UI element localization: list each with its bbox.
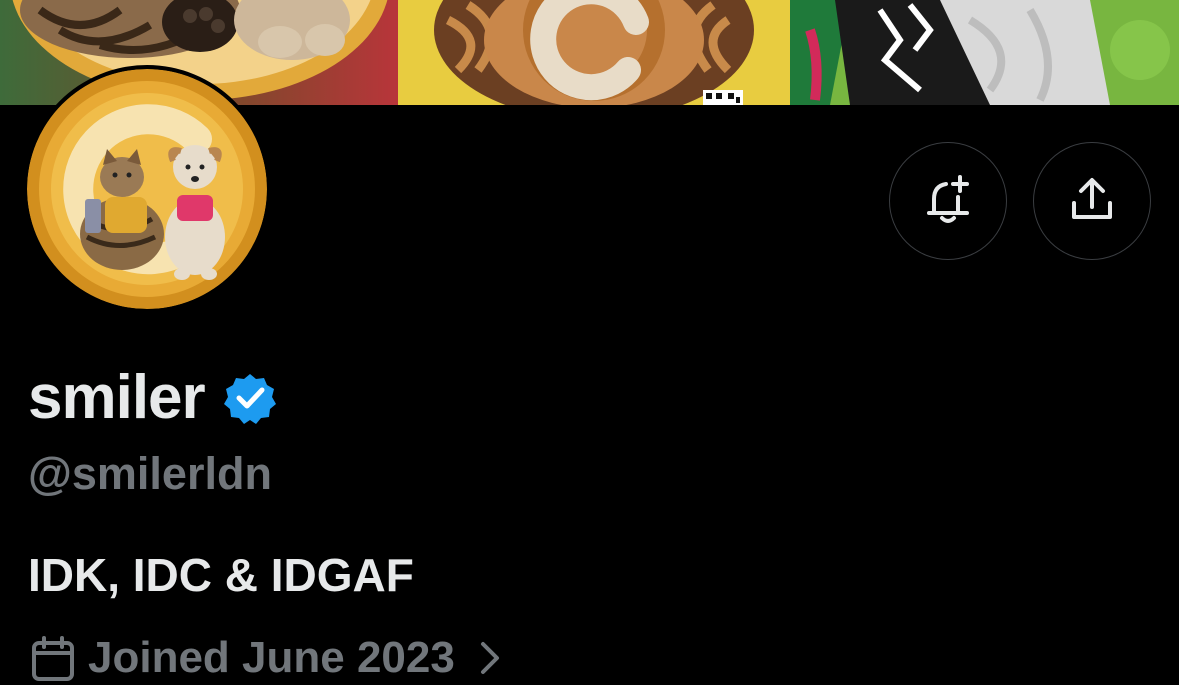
verified-badge-icon[interactable] bbox=[223, 371, 277, 425]
share-icon bbox=[1066, 173, 1118, 230]
share-button[interactable] bbox=[1033, 142, 1151, 260]
avatar[interactable] bbox=[27, 69, 267, 309]
banner-panel-right bbox=[790, 0, 1179, 105]
banner-panel-center bbox=[398, 0, 790, 105]
display-name: smiler bbox=[28, 363, 206, 432]
joined-date: Joined June 2023 bbox=[88, 633, 455, 682]
calendar-icon bbox=[28, 633, 78, 683]
bio: IDK, IDC & IDGAF bbox=[28, 549, 414, 601]
notify-button[interactable] bbox=[889, 142, 1007, 260]
joined-row[interactable]: Joined June 2023 bbox=[28, 628, 505, 685]
name-row: smiler bbox=[28, 362, 277, 434]
chevron-right-icon[interactable] bbox=[473, 638, 505, 678]
bell-plus-icon bbox=[920, 171, 976, 232]
profile-page: smiler @smilerldn IDK, IDC & IDGAF Joine… bbox=[0, 0, 1179, 685]
avatar-ring[interactable] bbox=[23, 65, 271, 313]
handle: @smilerldn bbox=[28, 448, 272, 499]
